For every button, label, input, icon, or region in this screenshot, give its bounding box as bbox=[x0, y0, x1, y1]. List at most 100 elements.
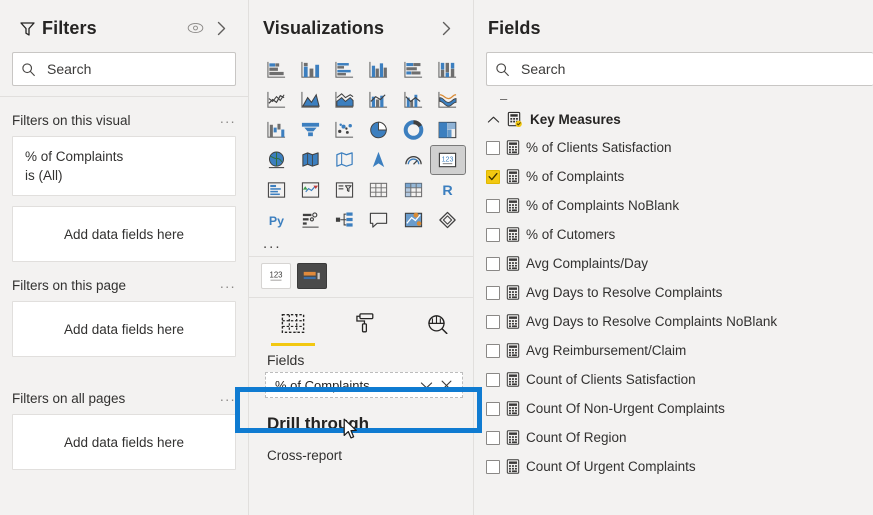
stacked-bar-chart-icon[interactable] bbox=[259, 56, 293, 84]
field-checkbox[interactable] bbox=[486, 198, 500, 213]
clustered-bar-chart-icon[interactable] bbox=[328, 56, 362, 84]
line-chart-icon[interactable] bbox=[259, 86, 293, 114]
gauge-icon[interactable] bbox=[396, 146, 430, 174]
chevron-right-icon[interactable] bbox=[433, 15, 459, 41]
multi-row-card-thumbnail-icon[interactable] bbox=[297, 263, 327, 289]
scatter-chart-icon[interactable] bbox=[328, 116, 362, 144]
fields-search-input[interactable]: Search bbox=[486, 52, 873, 86]
pie-chart-icon[interactable] bbox=[362, 116, 396, 144]
python-visual-icon[interactable]: Py bbox=[259, 206, 293, 234]
field-list-item[interactable]: % of Cutomers bbox=[474, 220, 873, 249]
visualizations-header: Visualizations bbox=[249, 0, 473, 52]
filter-section-more-button[interactable]: ... bbox=[220, 111, 236, 125]
multi-row-card-icon[interactable] bbox=[259, 176, 293, 204]
filter-card[interactable]: % of Complaints is (All) bbox=[12, 136, 236, 196]
filter-dropzone-all-pages[interactable]: Add data fields here bbox=[12, 414, 236, 470]
arcgis-map-icon[interactable] bbox=[362, 146, 396, 174]
field-checkbox[interactable] bbox=[486, 314, 500, 329]
kpi-icon[interactable] bbox=[293, 176, 327, 204]
visualization-more-types-button[interactable]: ... bbox=[249, 236, 473, 256]
stacked-column-chart-icon[interactable] bbox=[293, 56, 327, 84]
measure-icon bbox=[500, 256, 526, 271]
field-checkbox[interactable] bbox=[486, 401, 500, 416]
filled-map-icon[interactable] bbox=[293, 146, 327, 174]
funnel-chart-icon[interactable] bbox=[293, 116, 327, 144]
ribbon-chart-icon[interactable] bbox=[431, 86, 465, 114]
collapse-all-button[interactable]: – bbox=[474, 86, 873, 106]
filter-section-page: Filters on this page ... Add data fields… bbox=[0, 262, 248, 357]
filter-card-field: % of Complaints bbox=[25, 149, 124, 164]
fields-table-icon bbox=[281, 308, 305, 338]
field-list-item[interactable]: Count Of Non-Urgent Complaints bbox=[474, 394, 873, 423]
slicer-icon[interactable] bbox=[328, 176, 362, 204]
viz-tab-fields[interactable] bbox=[271, 308, 315, 346]
eye-icon[interactable] bbox=[182, 15, 208, 41]
field-list-item[interactable]: Count Of Region bbox=[474, 423, 873, 452]
filter-dropzone-visual[interactable]: Add data fields here bbox=[12, 206, 236, 262]
field-checkbox[interactable] bbox=[486, 430, 500, 445]
stacked-area-chart-icon[interactable] bbox=[328, 86, 362, 114]
matrix-icon[interactable] bbox=[396, 176, 430, 204]
filters-search-placeholder: Search bbox=[47, 61, 92, 77]
close-icon[interactable] bbox=[436, 380, 456, 391]
field-list-item[interactable]: Count Of Urgent Complaints bbox=[474, 452, 873, 481]
power-bi-panes: Filters Search Filters on this visual ..… bbox=[0, 0, 873, 515]
measure-table-icon bbox=[502, 111, 526, 128]
field-checkbox[interactable] bbox=[486, 285, 500, 300]
field-checkbox[interactable] bbox=[486, 459, 500, 474]
chevron-right-icon[interactable] bbox=[208, 15, 234, 41]
field-well-item-label: % of Complaints bbox=[275, 377, 370, 393]
field-checkbox[interactable] bbox=[486, 372, 500, 387]
field-list-item[interactable]: Avg Reimbursement/Claim bbox=[474, 336, 873, 365]
card-icon[interactable]: 123 bbox=[429, 145, 466, 175]
filter-dropzone-page[interactable]: Add data fields here bbox=[12, 301, 236, 357]
field-checkbox[interactable] bbox=[486, 343, 500, 358]
fields-title: Fields bbox=[488, 17, 541, 38]
smart-narrative-icon[interactable] bbox=[396, 206, 430, 234]
chevron-down-icon[interactable] bbox=[416, 381, 436, 390]
card-123-icon[interactable]: 123 bbox=[261, 263, 291, 289]
paginated-report-icon[interactable] bbox=[431, 206, 465, 234]
filters-title: Filters bbox=[42, 17, 97, 38]
shape-map-icon[interactable] bbox=[328, 146, 362, 174]
filter-section-more-button[interactable]: ... bbox=[220, 276, 236, 290]
clustered-column-chart-icon[interactable] bbox=[362, 56, 396, 84]
waterfall-chart-icon[interactable] bbox=[259, 116, 293, 144]
area-chart-icon[interactable] bbox=[293, 86, 327, 114]
fields-table-group[interactable]: Key Measures bbox=[474, 106, 873, 133]
filter-section-more-button[interactable]: ... bbox=[220, 389, 236, 403]
filters-search-wrap: Search bbox=[0, 52, 248, 96]
treemap-icon[interactable] bbox=[431, 116, 465, 144]
field-checkbox[interactable] bbox=[486, 256, 500, 271]
field-well-item[interactable]: % of Complaints bbox=[265, 372, 463, 398]
field-list-item[interactable]: Avg Complaints/Day bbox=[474, 249, 873, 278]
fields-header: Fields bbox=[474, 0, 873, 52]
viz-tab-format[interactable] bbox=[343, 308, 387, 346]
field-list-item[interactable]: Count of Clients Satisfaction bbox=[474, 365, 873, 394]
field-list-item[interactable]: % of Complaints bbox=[474, 162, 873, 191]
field-checkbox[interactable] bbox=[486, 140, 500, 155]
r-script-visual-icon[interactable]: R bbox=[431, 176, 465, 204]
field-list-item[interactable]: Avg Days to Resolve Complaints bbox=[474, 278, 873, 307]
key-influencers-icon[interactable] bbox=[293, 206, 327, 234]
line-clustered-column-chart-icon[interactable] bbox=[396, 86, 430, 114]
q-and-a-icon[interactable] bbox=[362, 206, 396, 234]
table-icon[interactable] bbox=[362, 176, 396, 204]
map-icon[interactable] bbox=[259, 146, 293, 174]
field-list-item[interactable]: % of Complaints NoBlank bbox=[474, 191, 873, 220]
field-label: % of Complaints NoBlank bbox=[526, 198, 680, 213]
donut-chart-icon[interactable] bbox=[396, 116, 430, 144]
field-list-item[interactable]: Avg Days to Resolve Complaints NoBlank bbox=[474, 307, 873, 336]
decomposition-tree-icon[interactable] bbox=[328, 206, 362, 234]
field-checkbox[interactable] bbox=[486, 227, 500, 242]
chevron-up-icon[interactable] bbox=[484, 115, 502, 124]
field-label: % of Clients Satisfaction bbox=[526, 140, 672, 155]
analytics-magnifier-icon bbox=[426, 308, 449, 338]
viz-tab-analytics[interactable] bbox=[415, 308, 459, 346]
100-stacked-column-chart-icon[interactable] bbox=[431, 56, 465, 84]
field-checkbox[interactable] bbox=[486, 169, 500, 184]
field-list-item[interactable]: % of Clients Satisfaction bbox=[474, 133, 873, 162]
filters-search-input[interactable]: Search bbox=[12, 52, 236, 86]
line-stacked-column-chart-icon[interactable] bbox=[362, 86, 396, 114]
100-stacked-bar-chart-icon[interactable] bbox=[396, 56, 430, 84]
